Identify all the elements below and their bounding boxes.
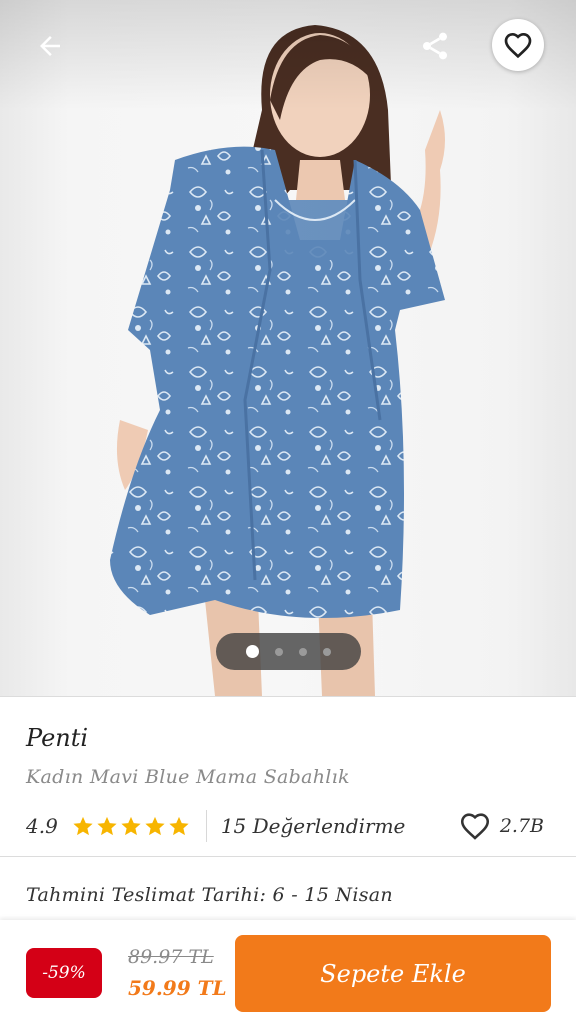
carousel-dot[interactable] bbox=[275, 647, 283, 656]
back-button[interactable] bbox=[26, 24, 74, 68]
share-icon bbox=[423, 32, 447, 60]
divider bbox=[0, 696, 576, 697]
product-image-carousel[interactable] bbox=[0, 0, 576, 696]
product-name: Kadın Mavi Blue Mama Sabahlık bbox=[26, 766, 350, 788]
favorite-count-value: 2.7B bbox=[499, 815, 544, 837]
brand-name[interactable]: Penti bbox=[26, 724, 88, 752]
star-rating[interactable] bbox=[72, 815, 190, 837]
rating-value: 4.9 bbox=[26, 814, 58, 838]
discount-badge: -59% bbox=[26, 948, 102, 998]
bottom-action-bar: -59% 89.97 TL 59.99 TL Sepete Ekle bbox=[0, 920, 576, 1024]
star-icon bbox=[121, 816, 141, 836]
carousel-indicator bbox=[216, 633, 361, 670]
favorite-button[interactable] bbox=[492, 19, 544, 71]
current-price: 59.99 TL bbox=[128, 976, 227, 1000]
separator bbox=[205, 810, 207, 842]
top-gradient bbox=[0, 0, 576, 110]
star-icon bbox=[145, 816, 165, 836]
review-count-link[interactable]: 15 Değerlendirme bbox=[221, 814, 406, 838]
carousel-dot[interactable] bbox=[323, 647, 331, 656]
divider bbox=[0, 856, 576, 857]
rating-row: 4.9 15 Değerlendirme 2.7B bbox=[26, 808, 556, 844]
old-price: 89.97 TL bbox=[128, 946, 214, 968]
carousel-dot[interactable] bbox=[299, 647, 307, 656]
star-icon bbox=[73, 816, 93, 836]
share-button[interactable] bbox=[412, 24, 458, 68]
heart-outline-icon bbox=[504, 32, 532, 59]
arrow-left-icon bbox=[40, 36, 60, 56]
heart-outline-icon bbox=[460, 813, 489, 840]
star-icon bbox=[97, 816, 117, 836]
favorite-count: 2.7B bbox=[458, 808, 544, 844]
add-to-cart-button[interactable]: Sepete Ekle bbox=[235, 935, 551, 1012]
delivery-estimate: Tahmini Teslimat Tarihi: 6 - 15 Nisan bbox=[26, 884, 393, 906]
star-icon bbox=[169, 816, 189, 836]
carousel-dot-active[interactable] bbox=[246, 645, 259, 658]
